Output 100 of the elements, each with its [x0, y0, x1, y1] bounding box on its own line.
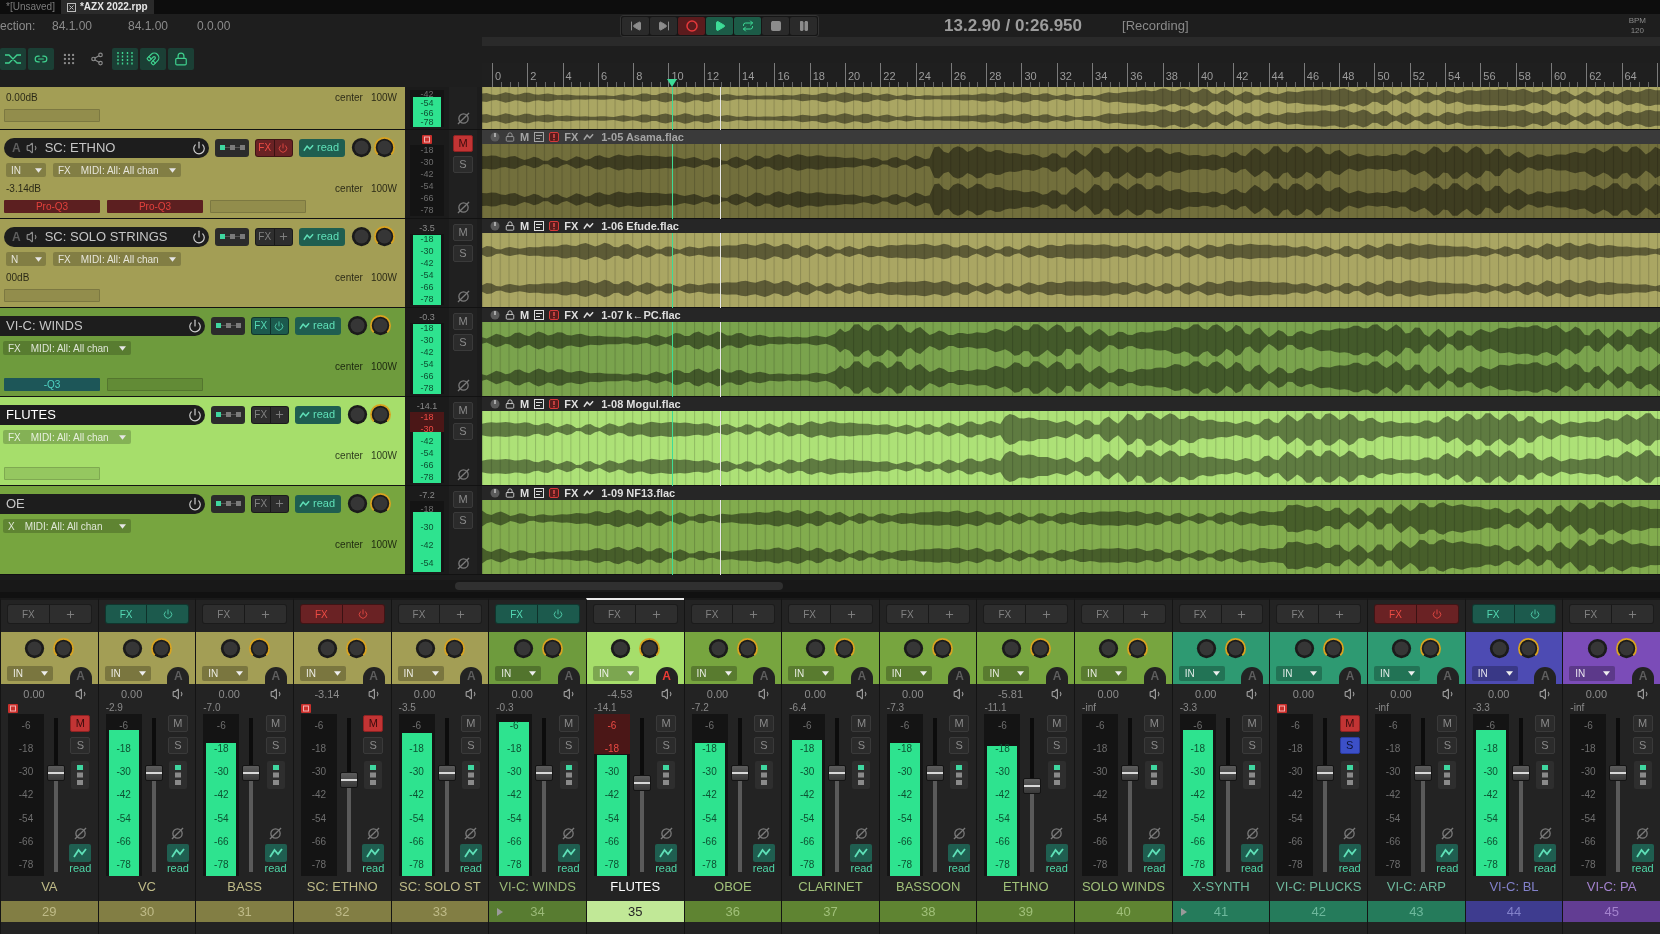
- audio-item[interactable]: M FX 1-05 Asama.flac: [482, 130, 1660, 218]
- audio-item[interactable]: M FX 1-09 NF13.flac: [482, 486, 1660, 574]
- solo-button[interactable]: S: [453, 334, 473, 351]
- lock-icon[interactable]: [505, 221, 515, 231]
- input-dropdown[interactable]: IN: [1178, 666, 1225, 681]
- automation-arm-button[interactable]: A: [655, 667, 678, 684]
- fx-button[interactable]: FX: [1471, 604, 1557, 624]
- fx-button[interactable]: FX: [1276, 604, 1362, 624]
- mute-button[interactable]: M: [460, 715, 481, 732]
- slashed-circle-icon[interactable]: [855, 827, 868, 840]
- solo-button[interactable]: S: [453, 245, 473, 262]
- fx-button[interactable]: FX: [1081, 604, 1166, 624]
- slashed-circle-icon[interactable]: [1636, 827, 1650, 840]
- item-fx-label[interactable]: FX: [564, 219, 579, 233]
- routing-icon[interactable]: [1340, 761, 1359, 789]
- knob-icon[interactable]: [53, 638, 75, 659]
- automation-arm-button[interactable]: A: [850, 667, 873, 684]
- routing-icon[interactable]: [950, 761, 969, 789]
- knob-icon[interactable]: [1322, 638, 1344, 659]
- automation-arm-button[interactable]: A: [264, 667, 287, 684]
- lock-icon[interactable]: [505, 132, 515, 142]
- power-icon[interactable]: [192, 140, 206, 155]
- slashed-circle-icon[interactable]: [952, 827, 966, 840]
- mute-button[interactable]: M: [1632, 715, 1653, 732]
- solo-button[interactable]: S: [363, 737, 384, 754]
- slashed-circle-icon[interactable]: [456, 379, 470, 392]
- fx-slot[interactable]: Pro-Q3: [4, 200, 100, 213]
- automation-mode-button[interactable]: read: [948, 844, 971, 874]
- knob-icon[interactable]: [374, 137, 395, 158]
- input-dropdown[interactable]: IN: [788, 666, 835, 681]
- knob-icon[interactable]: [317, 638, 339, 659]
- routing-icon[interactable]: [1145, 761, 1164, 789]
- knob-icon[interactable]: [490, 488, 500, 498]
- automation-arm-button[interactable]: A: [167, 667, 190, 684]
- knob-icon[interactable]: [1000, 638, 1022, 659]
- input-dropdown[interactable]: IN: [1569, 666, 1616, 681]
- fader-handle[interactable]: [1316, 765, 1335, 782]
- mute-button[interactable]: M: [363, 715, 384, 732]
- automation-mode-button[interactable]: read: [295, 405, 341, 424]
- fx-button[interactable]: FX: [592, 604, 678, 624]
- midi-input-dropdown[interactable]: FX MIDI: All: All chan: [3, 341, 131, 355]
- input-dropdown[interactable]: IN: [7, 666, 53, 681]
- toolbar-button[interactable]: [28, 48, 54, 70]
- fader-handle[interactable]: [925, 765, 944, 782]
- routing-button[interactable]: [211, 494, 245, 513]
- input-dropdown[interactable]: IN: [495, 666, 542, 681]
- power-icon[interactable]: [188, 496, 202, 511]
- notes-icon[interactable]: [534, 132, 545, 142]
- knob-icon[interactable]: [121, 638, 143, 659]
- routing-button[interactable]: [211, 316, 245, 335]
- fx-button[interactable]: FX: [255, 227, 293, 246]
- item-fx-label[interactable]: FX: [564, 308, 579, 322]
- automation-mode-button[interactable]: read: [752, 844, 775, 874]
- mute-button[interactable]: M: [167, 715, 188, 732]
- lock-icon[interactable]: [505, 310, 515, 320]
- input-dropdown[interactable]: IN: [885, 666, 932, 681]
- solo-button[interactable]: S: [167, 737, 188, 754]
- mute-button[interactable]: M: [1144, 715, 1165, 732]
- audio-item[interactable]: M FX 1-06 Efude.flac: [482, 219, 1660, 307]
- knob-icon[interactable]: [541, 638, 563, 659]
- slashed-circle-icon[interactable]: [659, 827, 673, 840]
- knob-icon[interactable]: [370, 404, 391, 425]
- knob-icon[interactable]: [1391, 638, 1413, 659]
- midi-input-dropdown[interactable]: FX MIDI: All: All chan: [53, 252, 181, 266]
- mute-button[interactable]: M: [1242, 715, 1263, 732]
- slashed-circle-icon[interactable]: [1245, 827, 1259, 840]
- automation-mode-button[interactable]: read: [295, 316, 341, 335]
- solo-button[interactable]: S: [558, 737, 579, 754]
- warning-icon[interactable]: [549, 310, 560, 320]
- warning-icon[interactable]: [549, 399, 560, 409]
- routing-icon[interactable]: [1243, 761, 1262, 789]
- knob-icon[interactable]: [347, 404, 368, 425]
- input-dropdown[interactable]: IN: [299, 666, 346, 681]
- automation-arm-button[interactable]: A: [1632, 667, 1654, 684]
- input-dropdown[interactable]: IN: [397, 666, 444, 681]
- knob-icon[interactable]: [1098, 638, 1120, 659]
- slashed-circle-icon[interactable]: [73, 827, 87, 840]
- horizontal-scrollbar[interactable]: [0, 580, 1660, 592]
- slashed-circle-icon[interactable]: [456, 112, 470, 125]
- fx-button[interactable]: FX: [1569, 604, 1654, 624]
- automation-mode-button[interactable]: read: [1631, 844, 1654, 874]
- knob-icon[interactable]: [1293, 638, 1315, 659]
- input-dropdown[interactable]: IN: [592, 666, 639, 681]
- knob-icon[interactable]: [1225, 638, 1247, 659]
- solo-button[interactable]: S: [1339, 737, 1360, 754]
- track-number-bar[interactable]: 34: [489, 901, 586, 922]
- knob-icon[interactable]: [512, 638, 534, 659]
- input-dropdown[interactable]: IN: [1374, 666, 1421, 681]
- fader-handle[interactable]: [47, 765, 65, 782]
- knob-icon[interactable]: [347, 493, 368, 514]
- mute-button[interactable]: M: [453, 491, 473, 508]
- routing-icon[interactable]: [168, 761, 187, 789]
- mute-button[interactable]: M: [453, 402, 473, 419]
- transport-button[interactable]: [622, 16, 649, 35]
- warning-icon[interactable]: [549, 488, 560, 498]
- knob-icon[interactable]: [414, 638, 436, 659]
- fx-button[interactable]: FX: [1178, 604, 1264, 624]
- power-icon[interactable]: [192, 229, 206, 244]
- record-arm-label[interactable]: A: [12, 227, 21, 246]
- automation-mode-button[interactable]: read: [299, 227, 345, 246]
